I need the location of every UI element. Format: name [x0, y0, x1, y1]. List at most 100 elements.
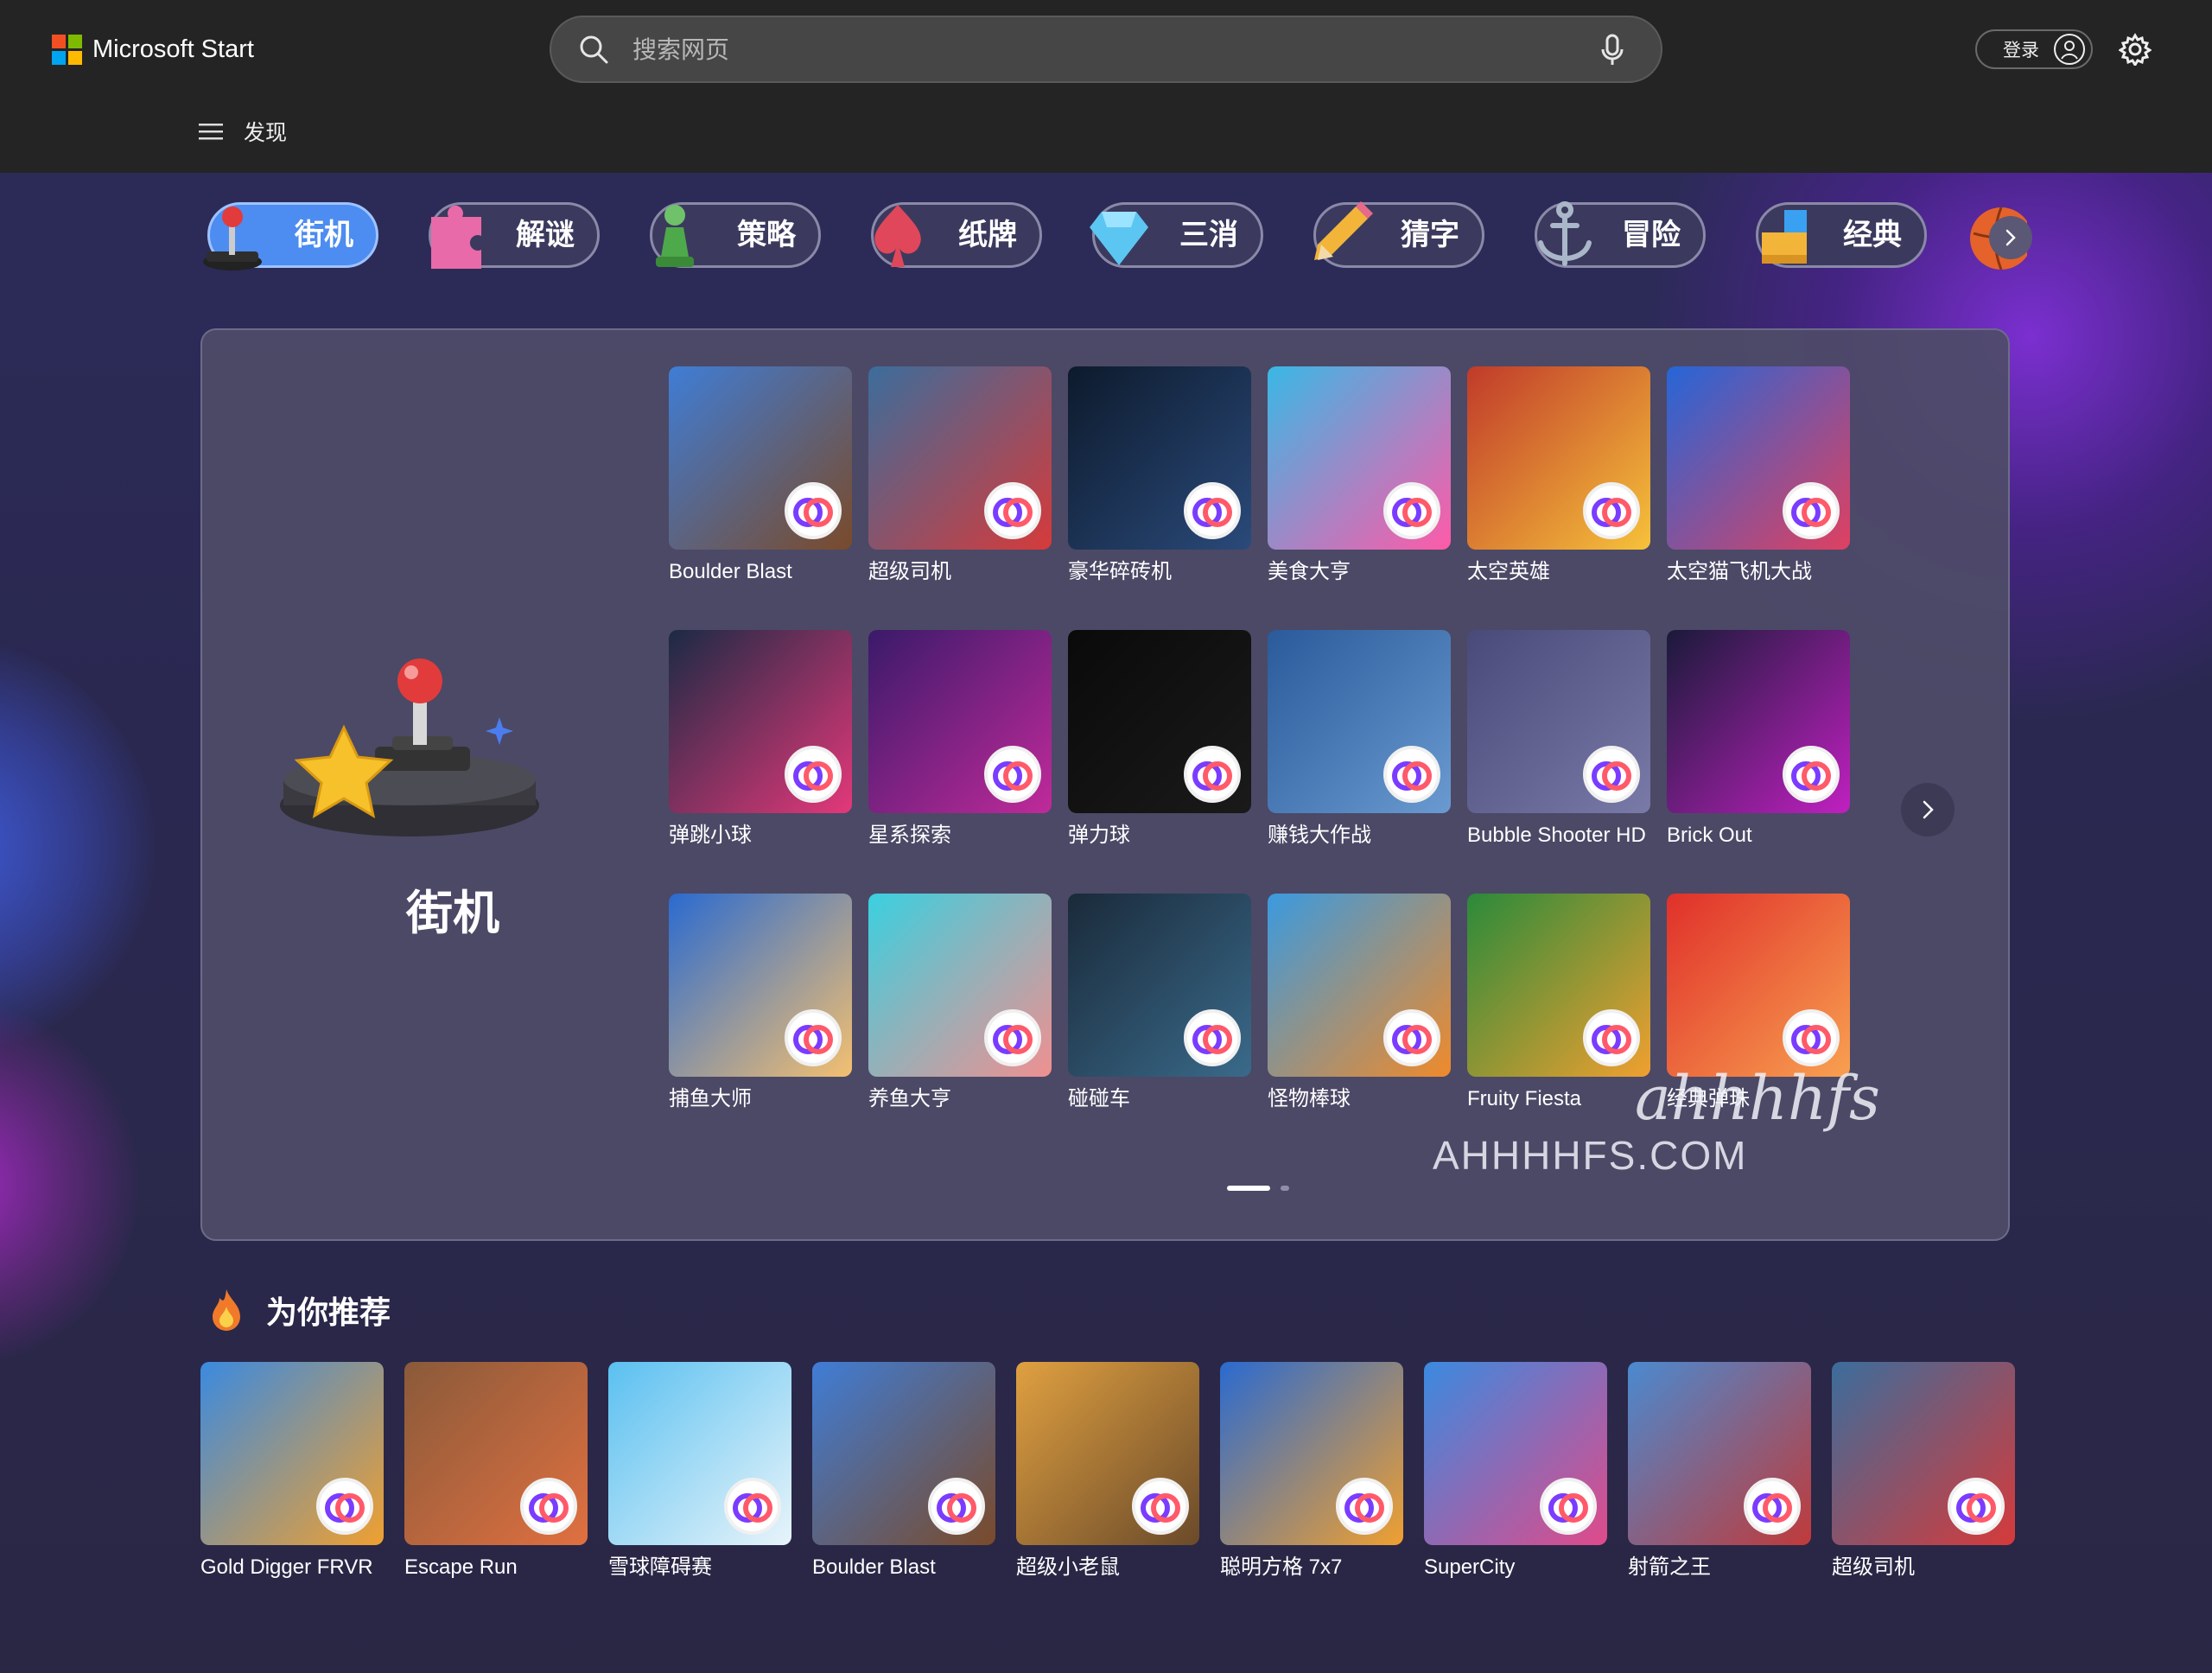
pagination-dot-active[interactable] — [1227, 1186, 1270, 1191]
game-thumbnail[interactable] — [868, 366, 1052, 550]
game-title: 射箭之王 — [1628, 1555, 1711, 1579]
game-tile[interactable]: Brick Out — [1667, 630, 1850, 849]
category-chip-puzzle[interactable]: 解谜 — [429, 202, 600, 269]
game-title: Escape Run — [404, 1555, 518, 1579]
game-tile[interactable]: 捕鱼大师 — [669, 894, 852, 1113]
game-tile[interactable]: Gold Digger FRVR — [200, 1362, 384, 1581]
microphone-icon[interactable] — [1599, 33, 1626, 67]
user-avatar-icon — [2054, 34, 2085, 65]
category-chip-classic[interactable]: 经典 — [1756, 202, 1927, 268]
category-label: 策略 — [737, 219, 796, 251]
game-tile[interactable]: 太空英雄 — [1467, 366, 1650, 586]
game-thumbnail[interactable] — [1424, 1362, 1607, 1545]
category-chip-adventure[interactable]: 冒险 — [1535, 201, 1706, 268]
game-tile[interactable]: 养鱼大亨 — [868, 894, 1052, 1113]
category-scroll-next-button[interactable] — [1989, 216, 2032, 259]
game-thumbnail[interactable] — [200, 1362, 384, 1545]
category-label: 冒险 — [1622, 219, 1681, 251]
logo-square — [52, 35, 66, 48]
game-thumbnail[interactable] — [404, 1362, 588, 1545]
game-tile[interactable]: Bubble Shooter HD — [1467, 630, 1650, 849]
hamburger-menu-icon[interactable] — [199, 121, 225, 142]
game-thumbnail[interactable] — [1268, 894, 1451, 1077]
search-box[interactable] — [550, 16, 1662, 83]
featured-category-title: 街机 — [406, 887, 499, 939]
game-tile[interactable]: 弹力球 — [1068, 630, 1251, 849]
game-tile[interactable]: SuperCity — [1424, 1362, 1607, 1581]
game-thumbnail[interactable] — [1016, 1362, 1199, 1545]
game-thumbnail[interactable] — [1220, 1362, 1403, 1545]
brand-logo[interactable]: Microsoft Start — [52, 35, 254, 65]
game-title: Brick Out — [1667, 824, 1752, 847]
panel-scroll-next-button[interactable] — [1901, 783, 1955, 836]
game-tile[interactable]: 美食大亨 — [1268, 366, 1451, 586]
game-thumbnail[interactable] — [1467, 894, 1650, 1077]
infinity-badge-icon — [984, 746, 1041, 803]
game-thumbnail[interactable] — [1667, 630, 1850, 813]
infinity-badge-icon — [1583, 482, 1640, 539]
category-chip-arcade[interactable]: 街机 — [203, 202, 378, 270]
game-tile[interactable]: Boulder Blast — [669, 366, 852, 586]
discover-nav[interactable]: 发现 — [199, 116, 287, 147]
game-thumbnail[interactable] — [1068, 894, 1251, 1077]
game-thumbnail[interactable] — [608, 1362, 791, 1545]
category-chip-words[interactable]: 猜字 — [1313, 201, 1484, 268]
game-thumbnail[interactable] — [1667, 894, 1850, 1077]
game-tile[interactable]: 豪华碎砖机 — [1068, 366, 1251, 586]
game-tile[interactable]: Escape Run — [404, 1362, 588, 1581]
watermark-logo: ahhhhfs — [1635, 1063, 1880, 1134]
game-tile[interactable]: 聪明方格 7x7 — [1220, 1362, 1403, 1581]
category-chip-strategy[interactable]: 策略 — [650, 202, 821, 268]
game-tile[interactable]: 超级司机 — [1832, 1362, 2015, 1581]
game-thumbnail[interactable] — [1068, 366, 1251, 550]
flame-icon — [213, 1289, 240, 1331]
game-thumbnail[interactable] — [812, 1362, 995, 1545]
game-tile[interactable]: 太空猫飞机大战 — [1667, 366, 1850, 586]
game-thumbnail[interactable] — [1268, 630, 1451, 813]
game-title: 超级司机 — [1832, 1555, 1915, 1579]
search-icon — [580, 35, 608, 64]
game-tile[interactable]: 怪物棒球 — [1268, 894, 1451, 1113]
game-thumbnail[interactable] — [1268, 366, 1451, 550]
infinity-badge-icon — [785, 746, 842, 803]
game-thumbnail[interactable] — [868, 630, 1052, 813]
logo-square — [68, 35, 82, 48]
category-chip-cards[interactable]: 纸牌 — [871, 202, 1042, 268]
game-tile[interactable]: Boulder Blast — [812, 1362, 995, 1581]
infinity-badge-icon — [1783, 482, 1840, 539]
game-thumbnail[interactable] — [669, 630, 852, 813]
game-thumbnail[interactable] — [868, 894, 1052, 1077]
game-thumbnail[interactable] — [1832, 1362, 2015, 1545]
game-title: 太空英雄 — [1467, 560, 1550, 583]
game-tile[interactable]: 射箭之王 — [1628, 1362, 1811, 1581]
pagination-dot[interactable] — [1281, 1186, 1289, 1191]
spade-icon — [874, 205, 921, 267]
game-tile[interactable]: 星系探索 — [868, 630, 1052, 849]
game-tile[interactable]: 赚钱大作战 — [1268, 630, 1451, 849]
sign-in-button[interactable]: 登录 — [1975, 29, 2093, 69]
game-tile[interactable]: 弹跳小球 — [669, 630, 852, 849]
game-thumbnail[interactable] — [1628, 1362, 1811, 1545]
settings-gear-icon[interactable] — [2119, 33, 2152, 66]
game-thumbnail[interactable] — [1467, 366, 1650, 550]
category-chip-match3[interactable]: 三消 — [1090, 202, 1263, 268]
game-tile[interactable]: 碰碰车 — [1068, 894, 1251, 1113]
infinity-badge-icon — [316, 1478, 373, 1535]
game-tile[interactable]: Fruity Fiesta — [1467, 894, 1650, 1113]
background-glow — [0, 639, 156, 1054]
game-tile[interactable]: 雪球障碍赛 — [608, 1362, 791, 1581]
game-title: SuperCity — [1424, 1555, 1516, 1579]
game-thumbnail[interactable] — [1467, 630, 1650, 813]
game-tile[interactable]: 超级司机 — [868, 366, 1052, 586]
game-thumbnail[interactable] — [669, 366, 852, 550]
category-label: 三消 — [1179, 219, 1238, 251]
pagination-dots — [1227, 1186, 1289, 1191]
search-input[interactable] — [631, 28, 1498, 73]
game-thumbnail[interactable] — [1667, 366, 1850, 550]
game-thumbnail[interactable] — [1068, 630, 1251, 813]
game-title: 碰碰车 — [1068, 1087, 1130, 1110]
game-thumbnail[interactable] — [669, 894, 852, 1077]
infinity-badge-icon — [1383, 482, 1440, 539]
category-label: 纸牌 — [958, 219, 1017, 251]
game-tile[interactable]: 超级小老鼠 — [1016, 1362, 1199, 1581]
